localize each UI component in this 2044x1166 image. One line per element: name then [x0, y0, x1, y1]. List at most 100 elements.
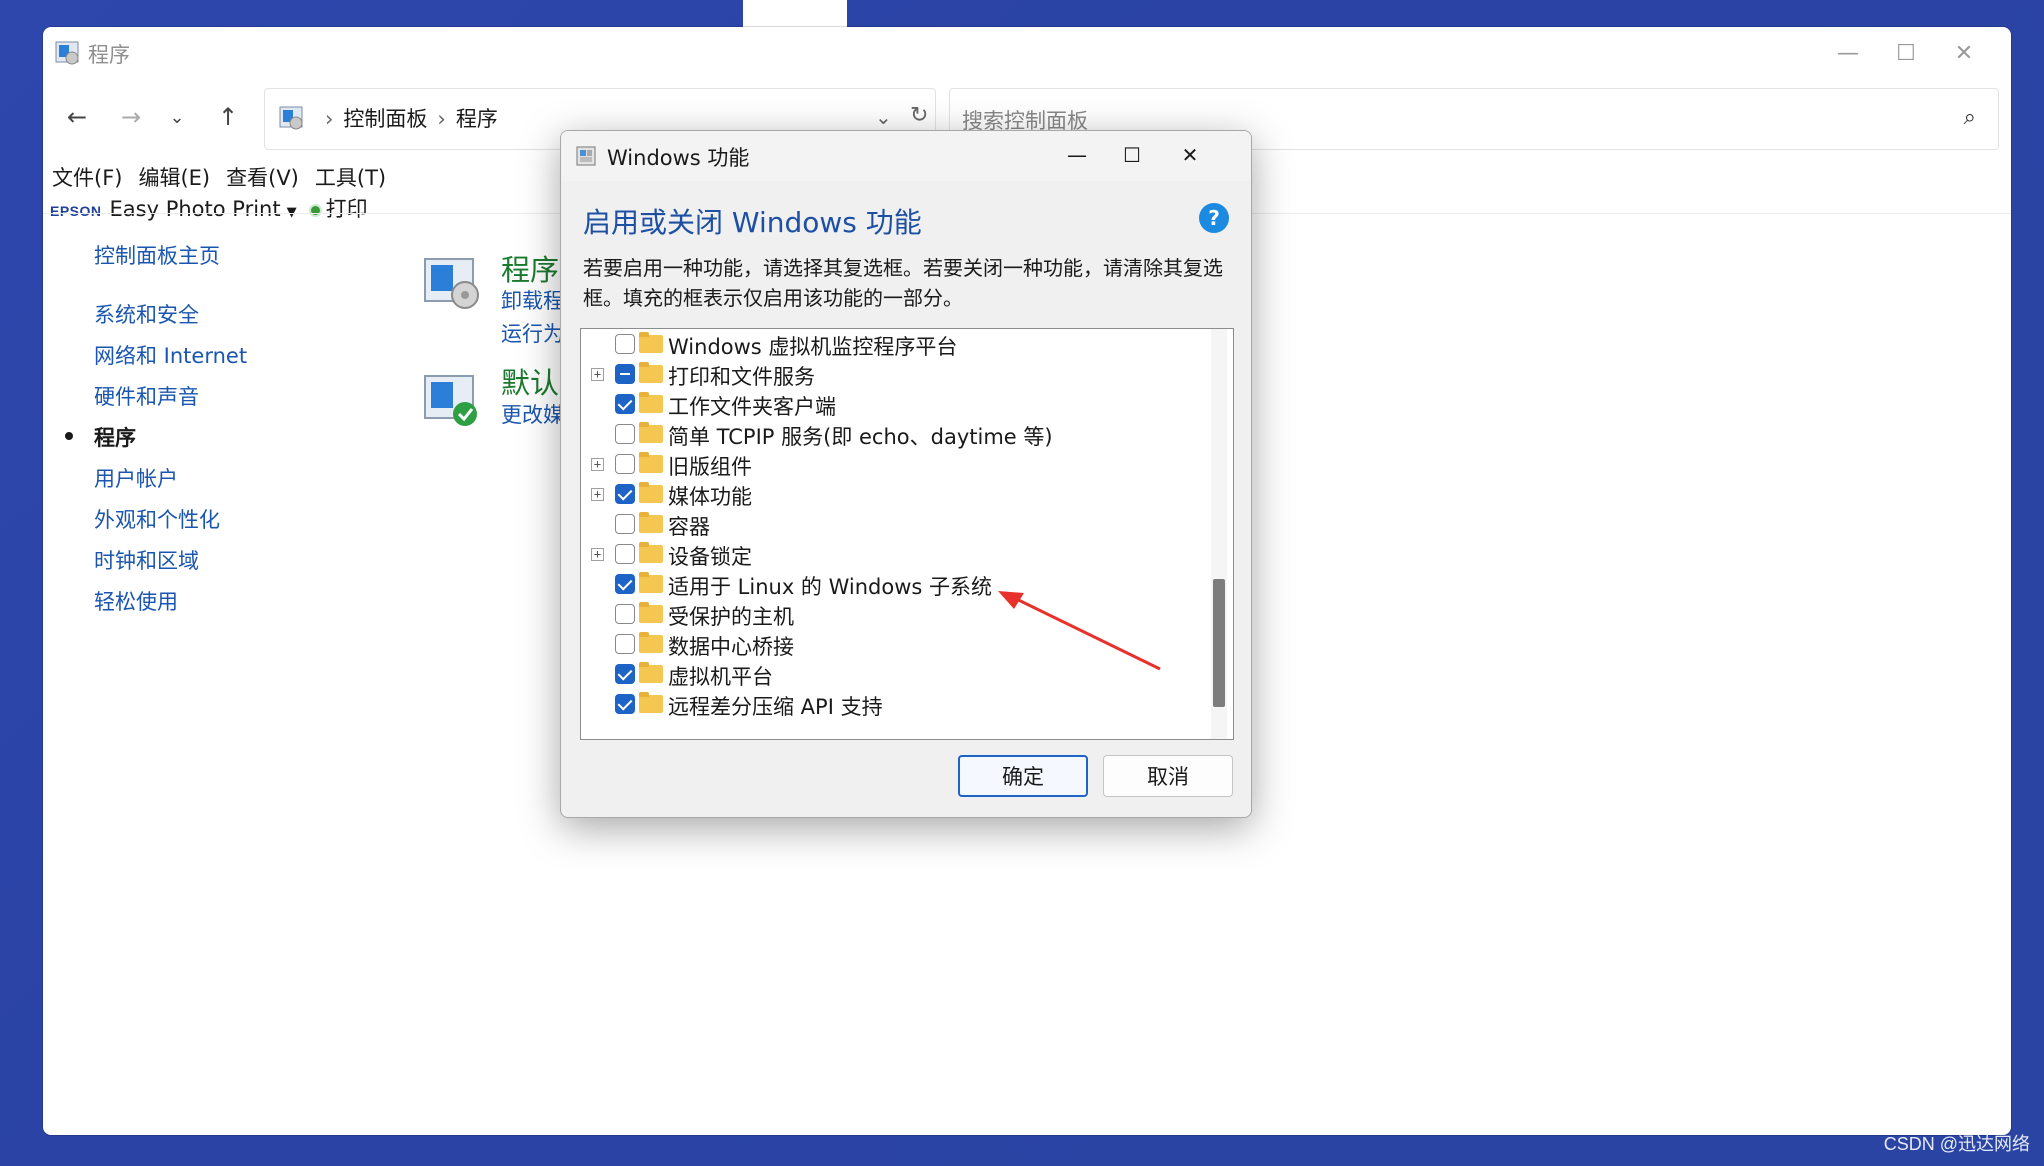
change-media-link[interactable]: 更改媒: [501, 399, 564, 429]
control-panel-icon: [279, 106, 303, 130]
feature-label: 虚拟机平台: [668, 665, 773, 689]
feature-checkbox[interactable]: [615, 424, 635, 444]
feature-tree: Windows 虚拟机监控程序平台 + 打印和文件服务 工作文件夹客户端 简单 TCPI…: [580, 328, 1234, 740]
maximize-button[interactable]: ☐: [1878, 35, 1934, 71]
epson-toolbar: EPSONEasy Photo Print▼打印: [50, 193, 368, 221]
annotation-arrow-icon: [998, 591, 1161, 671]
feature-row[interactable]: 简单 TCPIP 服务(即 echo、daytime 等): [581, 419, 1201, 449]
feature-label: 设备锁定: [668, 545, 752, 569]
title-bar: 程序 — ☐ ✕: [43, 27, 2011, 79]
feature-row[interactable]: 容器: [581, 509, 1201, 539]
print-icon: [308, 203, 322, 217]
folder-icon: [639, 482, 663, 503]
background-notch: [743, 0, 847, 27]
folder-icon: [639, 692, 663, 713]
forward-arrow-icon[interactable]: →: [113, 99, 149, 135]
feature-row[interactable]: + 旧版组件: [581, 449, 1201, 479]
chevron-down-icon[interactable]: ⌄: [875, 105, 892, 129]
menu-tools[interactable]: 工具(T): [315, 166, 386, 190]
ok-button[interactable]: 确定: [958, 755, 1088, 797]
active-bullet-icon: [65, 432, 73, 440]
expand-icon[interactable]: +: [591, 488, 604, 501]
sidebar-item-network[interactable]: 网络和 Internet: [94, 340, 247, 370]
scrollbar-thumb[interactable]: [1213, 579, 1225, 707]
search-icon[interactable]: ⌕: [1964, 105, 1976, 130]
feature-checkbox[interactable]: [615, 454, 635, 474]
feature-checkbox[interactable]: [615, 604, 635, 624]
feature-checkbox[interactable]: [615, 574, 635, 594]
folder-icon: [639, 512, 663, 533]
sidebar-item-home[interactable]: 控制面板主页: [94, 240, 220, 270]
feature-row[interactable]: + 设备锁定: [581, 539, 1201, 569]
feature-label: 远程差分压缩 API 支持: [668, 695, 883, 719]
epson-logo: EPSON: [50, 203, 102, 219]
folder-icon: [639, 662, 663, 683]
refresh-icon[interactable]: ↻: [910, 103, 928, 128]
expand-icon[interactable]: +: [591, 368, 604, 381]
programs-icon: [424, 258, 479, 309]
scrollbar[interactable]: [1211, 329, 1227, 739]
feature-checkbox[interactable]: [615, 694, 635, 714]
feature-checkbox[interactable]: [615, 394, 635, 414]
sidebar-item-ease-of-access[interactable]: 轻松使用: [94, 586, 178, 616]
dialog-minimize-button[interactable]: —: [1051, 137, 1103, 173]
feature-label: 打印和文件服务: [668, 365, 815, 389]
dialog-title: Windows 功能: [607, 146, 750, 170]
window-title: 程序: [88, 43, 130, 67]
sidebar-item-user-accounts[interactable]: 用户帐户: [94, 463, 178, 493]
breadcrumb-item-programs[interactable]: 程序: [456, 107, 498, 131]
up-arrow-icon[interactable]: ↑: [210, 99, 246, 135]
menu-file[interactable]: 文件(F): [52, 166, 122, 190]
help-icon[interactable]: ?: [1199, 203, 1229, 233]
feature-checkbox[interactable]: [615, 364, 635, 384]
watermark: CSDN @迅达网络: [1883, 1134, 2030, 1154]
feature-checkbox[interactable]: [615, 544, 635, 564]
folder-icon: [639, 632, 663, 653]
menu-edit[interactable]: 编辑(E): [138, 166, 210, 190]
back-arrow-icon[interactable]: ←: [59, 99, 95, 135]
breadcrumb-separator: ›: [325, 107, 334, 131]
feature-row[interactable]: 远程差分压缩 API 支持: [581, 689, 1201, 719]
sidebar-item-appearance[interactable]: 外观和个性化: [94, 504, 220, 534]
sidebar-item-hardware[interactable]: 硬件和声音: [94, 381, 199, 411]
folder-icon: [639, 572, 663, 593]
dialog-title-bar: Windows 功能 — ☐ ✕: [561, 131, 1251, 181]
recent-locations-icon[interactable]: ⌄: [159, 99, 195, 135]
feature-checkbox[interactable]: [615, 664, 635, 684]
dialog-close-button[interactable]: ✕: [1164, 137, 1216, 173]
sidebar-item-programs[interactable]: 程序: [94, 422, 136, 452]
close-button[interactable]: ✕: [1936, 35, 1992, 71]
feature-label: 适用于 Linux 的 Windows 子系统: [668, 575, 993, 599]
feature-label: 媒体功能: [668, 485, 752, 509]
feature-row[interactable]: + 打印和文件服务: [581, 359, 1201, 389]
menu-bar: 文件(F) 编辑(E) 查看(V) 工具(T): [52, 162, 402, 192]
uninstall-program-link[interactable]: 卸载程: [501, 285, 564, 315]
expand-icon[interactable]: +: [591, 548, 604, 561]
feature-label: 受保护的主机: [668, 605, 794, 629]
feature-checkbox[interactable]: [615, 334, 635, 354]
feature-row[interactable]: 工作文件夹客户端: [581, 389, 1201, 419]
easy-photo-print-button[interactable]: Easy Photo Print: [110, 197, 281, 221]
default-programs-icon: [424, 375, 477, 426]
expand-icon[interactable]: +: [591, 458, 604, 471]
minimize-button[interactable]: —: [1820, 35, 1876, 71]
dialog-maximize-button[interactable]: ☐: [1106, 137, 1158, 173]
cancel-button[interactable]: 取消: [1103, 755, 1233, 797]
sidebar-item-clock-region[interactable]: 时钟和区域: [94, 545, 199, 575]
feature-row[interactable]: + 媒体功能: [581, 479, 1201, 509]
feature-checkbox[interactable]: [615, 634, 635, 654]
sidebar-item-system-security[interactable]: 系统和安全: [94, 299, 199, 329]
folder-icon: [639, 542, 663, 563]
menu-view[interactable]: 查看(V): [226, 166, 299, 190]
breadcrumb-item-control-panel[interactable]: 控制面板: [343, 107, 427, 131]
dialog-description: 若要启用一种功能，请选择其复选框。若要关闭一种功能，请清除其复选框。填充的框表示…: [583, 256, 1223, 310]
feature-row[interactable]: Windows 虚拟机监控程序平台: [581, 329, 1201, 359]
feature-label: 数据中心桥接: [668, 635, 794, 659]
folder-icon: [639, 332, 663, 353]
dialog-heading: 启用或关闭 Windows 功能: [583, 206, 922, 239]
feature-checkbox[interactable]: [615, 514, 635, 534]
run-programs-link[interactable]: 运行为: [501, 318, 564, 348]
feature-checkbox[interactable]: [615, 484, 635, 504]
folder-icon: [639, 392, 663, 413]
print-button[interactable]: 打印: [326, 197, 368, 221]
